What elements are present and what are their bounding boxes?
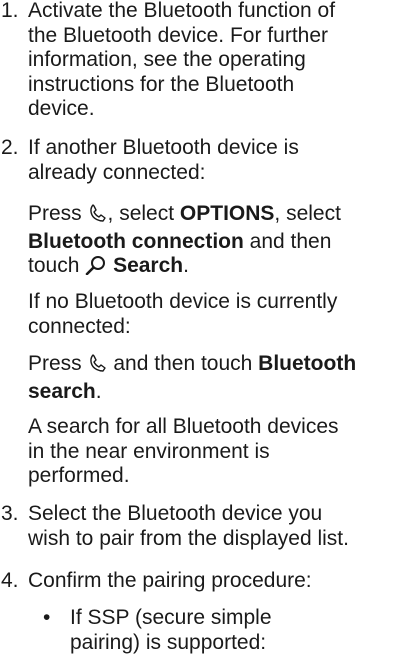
line: Press and then touch Bluetooth [28,352,390,380]
line: Press , select OPTIONS, select [28,202,390,230]
bluetooth-label: Bluetooth [258,352,357,375]
line: Activate the Bluetooth function of [28,0,336,22]
phone-icon [88,353,108,380]
search-label: Search [113,254,184,277]
instruction-press-search: Press and then touch Bluetooth search. [28,352,390,404]
line: device. [28,97,95,120]
line: If another Bluetooth device is [28,136,299,159]
search-icon [85,255,107,282]
bullet-icon: • [43,606,51,629]
line: Select the Bluetooth device you [28,502,323,525]
step-text: If another Bluetooth device is already c… [28,136,390,185]
search-label: search [28,379,96,403]
line: in the near environment is [28,439,270,463]
line: If no Bluetooth device is currently [28,290,338,313]
line: the Bluetooth device. For further [28,23,328,47]
line: instructions for the Bluetooth [28,72,295,96]
line: pairing) is supported: [70,630,267,654]
line: connected: [28,314,131,338]
line: wish to pair from the displayed list. [28,526,349,550]
instruction-not-connected: If no Bluetooth device is currently conn… [28,290,390,339]
line: Confirm the pairing procedure: [28,569,312,592]
step-text: Select the Bluetooth device you wish to … [28,502,390,551]
line: If SSP (secure simple [70,606,272,629]
step-number: 4. [1,569,19,592]
step-number: 1. [1,0,19,22]
line: performed. [28,464,130,487]
phone-icon [88,203,108,230]
options-label: OPTIONS [179,202,275,225]
line: already connected: [28,160,206,184]
step-text: Activate the Bluetooth function of the B… [28,0,390,122]
line: Bluetooth connection and then [28,229,332,253]
line: information, see the operating [28,48,306,71]
step-number: 2. [1,136,19,159]
line: A search for all Bluetooth devices [28,415,339,438]
line: touch Search. [28,254,390,282]
bullet-text: If SSP (secure simple pairing) is suppor… [70,606,390,655]
step-number: 3. [1,502,19,525]
step-text: Confirm the pairing procedure: [28,569,390,594]
line: search. [28,379,102,403]
bluetooth-connection-label: Bluetooth connection [28,229,244,253]
instruction-connected: Press , select OPTIONS, select Bluetooth… [28,202,390,282]
search-description: A search for all Bluetooth devices in th… [28,415,390,489]
